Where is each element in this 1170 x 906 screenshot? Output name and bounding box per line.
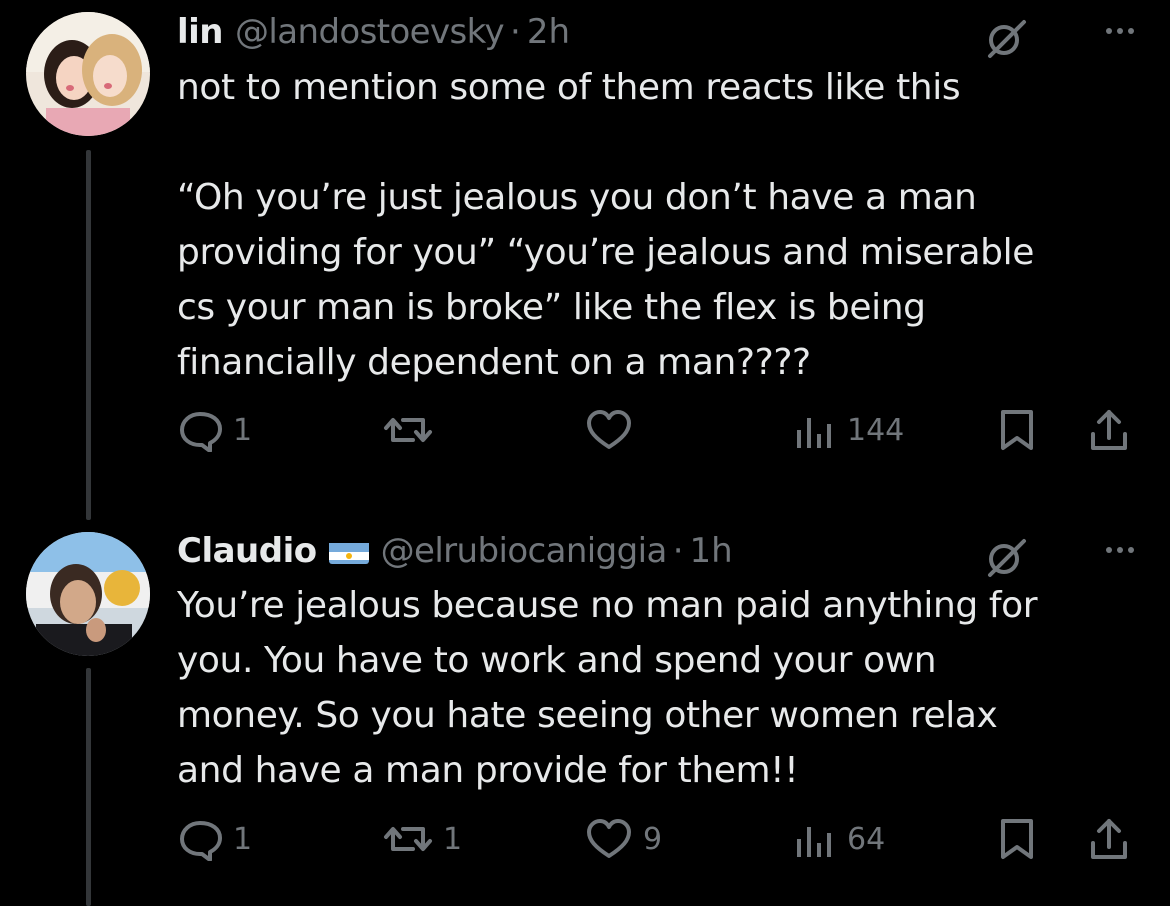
tweet-lin[interactable]: lin @landostoevsky · 2h not to mention s… [0, 0, 1170, 520]
tweet-text-line: money. So you hate seeing other women re… [177, 695, 998, 736]
reply-count: 1 [233, 821, 253, 857]
tweet-text-line [177, 115, 1127, 170]
reply-count: 1 [233, 412, 253, 448]
tweet-text: not to mention some of them reacts like … [177, 60, 1127, 390]
argentina-flag-icon [328, 538, 369, 564]
tweet-header: Claudio @elrubiocaniggia · 1h [177, 531, 1140, 577]
view-count: 64 [847, 821, 886, 857]
speech-bubble-icon [177, 817, 223, 861]
username-handle[interactable]: @landostoevsky [235, 12, 505, 52]
timestamp[interactable]: 2h [527, 12, 570, 52]
separator-dot: · [672, 531, 684, 571]
action-bar: 1 144 [177, 408, 1137, 452]
timestamp[interactable]: 1h [690, 531, 733, 571]
tweet-text-line: and have a man provide for them!! [177, 750, 799, 791]
share-button[interactable] [1087, 408, 1131, 452]
repost-button[interactable]: 1 [383, 817, 462, 861]
like-count: 9 [643, 821, 663, 857]
tweet-text-line: You’re jealous because no man paid anyth… [177, 585, 1038, 626]
tweet-text-line: not to mention some of them reacts like … [177, 67, 961, 108]
display-name[interactable]: Claudio [177, 531, 317, 571]
bookmark-button[interactable] [997, 817, 1037, 861]
speech-bubble-icon [177, 408, 223, 452]
bar-chart-icon [793, 817, 837, 861]
share-button[interactable] [1087, 817, 1131, 861]
tweet-header: lin @landostoevsky · 2h [177, 12, 1140, 58]
heart-icon [585, 817, 633, 861]
bar-chart-icon [793, 408, 837, 452]
username-handle[interactable]: @elrubiocaniggia [381, 531, 668, 571]
view-count: 144 [847, 412, 905, 448]
reply-button[interactable]: 1 [177, 408, 252, 452]
tweet-text-line: providing for you” “you’re jealous and m… [177, 232, 1034, 273]
share-upload-icon [1087, 817, 1131, 861]
tweet-text: You’re jealous because no man paid anyth… [177, 578, 1127, 798]
action-bar: 1 1 9 64 [177, 817, 1137, 861]
repost-count: 1 [443, 821, 463, 857]
more-dots-icon[interactable] [1106, 547, 1134, 553]
avatar[interactable] [26, 532, 150, 656]
repost-arrows-icon [383, 817, 433, 861]
repost-arrows-icon [383, 408, 433, 452]
like-button[interactable] [585, 408, 643, 452]
tweet-text-line: you. You have to work and spend your own [177, 640, 937, 681]
tweet-text-line: financially dependent on a man???? [177, 342, 811, 383]
views-button[interactable]: 144 [793, 408, 904, 452]
more-dots-icon[interactable] [1106, 28, 1134, 34]
bookmark-button[interactable] [997, 408, 1037, 452]
bookmark-icon [997, 817, 1037, 861]
tweet-text-line: cs your man is broke” like the flex is b… [177, 287, 926, 328]
separator-dot: · [510, 12, 521, 52]
like-button[interactable]: 9 [585, 817, 662, 861]
share-upload-icon [1087, 408, 1131, 452]
heart-icon [585, 408, 633, 452]
tweet-text-line: “Oh you’re just jealous you don’t have a… [177, 177, 977, 218]
views-button[interactable]: 64 [793, 817, 885, 861]
repost-button[interactable] [383, 408, 443, 452]
tweet-claudio[interactable]: Claudio @elrubiocaniggia · 1h You’re jea… [0, 520, 1170, 906]
reply-button[interactable]: 1 [177, 817, 252, 861]
display-name[interactable]: lin [177, 12, 224, 52]
bookmark-icon [997, 408, 1037, 452]
avatar[interactable] [26, 12, 150, 136]
